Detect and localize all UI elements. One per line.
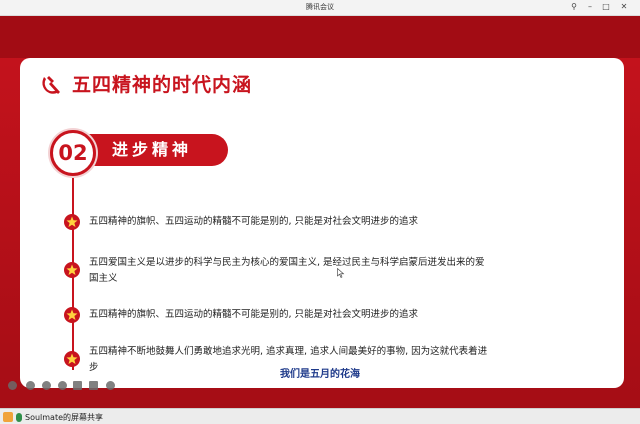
- caption-subtitle: 我们是五月的花海: [280, 369, 360, 380]
- more-icon[interactable]: [89, 381, 98, 390]
- shared-screen: 五四精神的时代内涵 02 进步精神 五四精神的旗帜、五四运动的精髓不可能是别的,…: [0, 16, 640, 408]
- hammer-sickle-icon: [42, 76, 60, 94]
- window-titlebar: 腾讯会议 ⚲ – □ ✕: [0, 0, 640, 16]
- share-status-label: Soulmate的屏幕共享: [25, 412, 104, 422]
- section-number: 02: [58, 141, 88, 165]
- star-icon: [64, 307, 80, 323]
- next-icon[interactable]: [26, 381, 35, 390]
- status-bar: Soulmate的屏幕共享: [0, 408, 640, 424]
- slides-grid-icon[interactable]: [73, 381, 82, 390]
- window-title: 腾讯会议: [306, 3, 334, 11]
- zoom-icon[interactable]: [106, 381, 115, 390]
- star-icon: [64, 351, 80, 367]
- list-item-text: 五四精神的旗帜、五四运动的精髓不可能是别的, 只能是对社会文明进步的追求: [89, 216, 419, 227]
- previous-icon[interactable]: [8, 381, 17, 390]
- pen-icon[interactable]: [42, 381, 51, 390]
- screen-share-indicator[interactable]: Soulmate的屏幕共享: [3, 411, 103, 423]
- star-icon: [64, 214, 80, 230]
- slide-card: 五四精神的时代内涵 02 进步精神 五四精神的旗帜、五四运动的精髓不可能是别的,…: [20, 58, 624, 388]
- minimize-icon[interactable]: –: [584, 2, 596, 12]
- list-item-text: 五四精神的旗帜、五四运动的精髓不可能是别的, 只能是对社会文明进步的追求: [89, 309, 419, 320]
- close-icon[interactable]: ✕: [618, 2, 630, 12]
- section-label: 进步精神: [112, 140, 193, 159]
- mouse-cursor-icon: [337, 268, 345, 278]
- slide-heading: 五四精神的时代内涵: [72, 74, 253, 96]
- star-icon: [64, 262, 80, 278]
- avatar: [3, 412, 13, 422]
- highlighter-icon[interactable]: [58, 381, 67, 390]
- section-number-badge: 02: [50, 130, 96, 176]
- pin-icon[interactable]: ⚲: [568, 2, 580, 12]
- maximize-icon[interactable]: □: [600, 2, 612, 12]
- slide: 五四精神的时代内涵 02 进步精神 五四精神的旗帜、五四运动的精髓不可能是别的,…: [0, 16, 640, 408]
- microphone-icon: [16, 412, 22, 422]
- list-item-text: 五四爱国主义是以进步的科学与民主为核心的爱国主义, 是经过民主与科学启蒙后迸发出…: [89, 257, 485, 284]
